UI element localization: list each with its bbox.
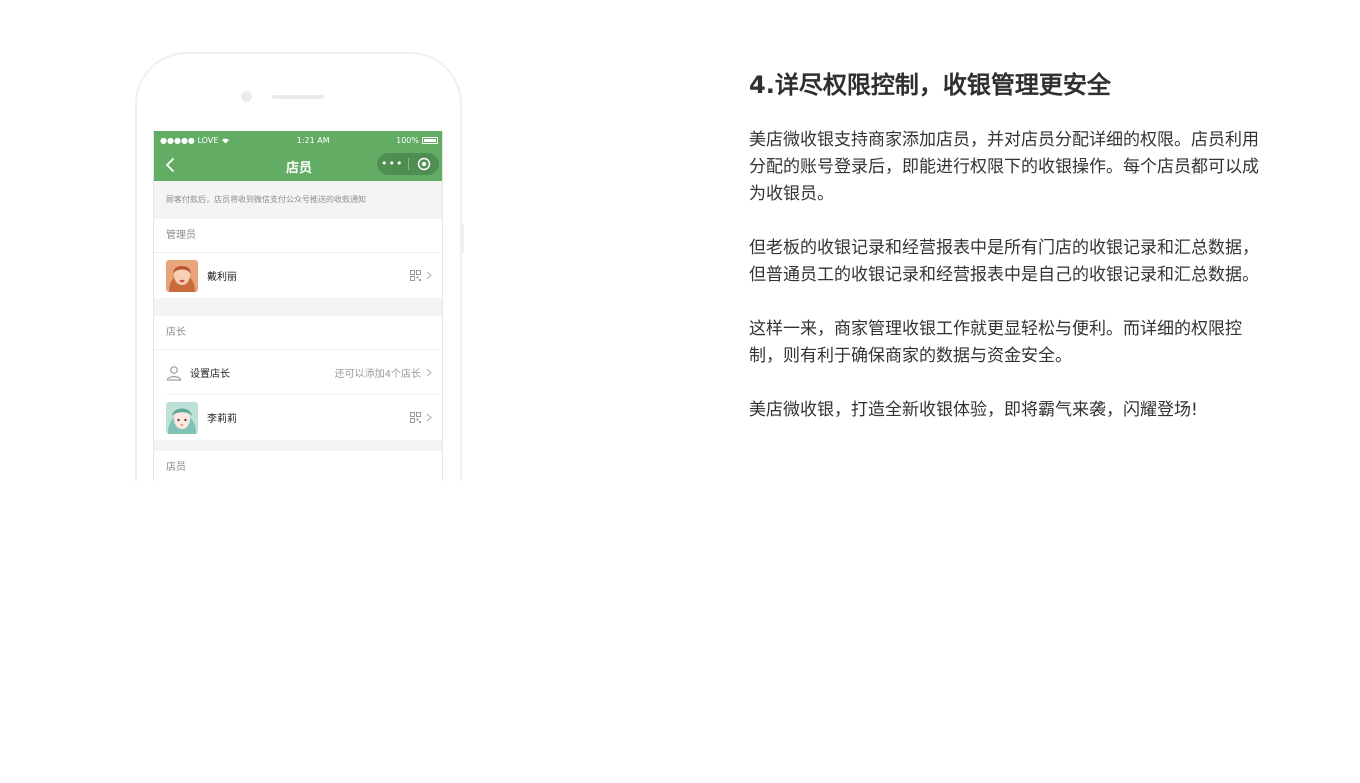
avatar <box>166 259 198 292</box>
set-manager-row[interactable]: 设置店长 还可以添加4个店长 <box>154 350 442 395</box>
phone-side-button <box>461 224 464 254</box>
section-manager: 店长 设置店长 还可以添加4个店长 李莉莉 <box>154 316 442 440</box>
section-staff: 店员 <box>154 451 442 481</box>
qr-code-icon[interactable] <box>410 412 421 423</box>
set-manager-label: 设置店长 <box>190 369 230 380</box>
battery-percent: 100% <box>396 135 419 145</box>
carrier-label: ●●●●● LOVE <box>160 135 219 145</box>
article-paragraph: 但老板的收银记录和经营报表中是所有门店的收银记录和汇总数据，但普通员工的收银记录… <box>749 238 1259 285</box>
member-row-admin[interactable]: 戴利丽 <box>154 253 442 298</box>
status-time: 1:21 AM <box>296 135 330 145</box>
status-bar: ●●●●● LOVE 1:21 AM 100% <box>154 131 442 149</box>
avatar <box>166 401 198 434</box>
member-row-manager[interactable]: 李莉莉 <box>154 395 442 440</box>
user-icon <box>166 365 182 380</box>
member-name: 李莉莉 <box>207 414 237 425</box>
battery-icon <box>421 136 438 144</box>
phone-camera <box>241 91 252 102</box>
chevron-right-icon <box>426 368 432 377</box>
article-paragraph: 这样一来，商家管理收银工作就更显轻松与便利。而详细的权限控制，则有利于确保商家的… <box>749 319 1242 366</box>
chevron-right-icon <box>426 413 432 422</box>
section-title-admin: 管理员 <box>154 219 442 253</box>
more-dots-icon[interactable]: ••• <box>377 153 408 175</box>
phone-speaker <box>272 95 324 99</box>
member-name: 戴利丽 <box>207 272 237 283</box>
target-circle-icon[interactable] <box>409 157 440 171</box>
phone-mockup: ●●●●● LOVE 1:21 AM 100% 店员 ••• 顾客付款后，店员将… <box>120 40 480 481</box>
nav-bar: 店员 ••• <box>154 149 442 181</box>
article: 4.详尽权限控制，收银管理更安全 美店微收银支持商家添加店员，并对店员分配详细的… <box>749 66 1259 424</box>
section-title-staff: 店员 <box>154 451 442 481</box>
mini-program-capsule: ••• <box>377 153 439 175</box>
article-paragraph: 美店微收银，打造全新收银体验，即将霸气来袭，闪耀登场! <box>749 400 1198 420</box>
section-admin: 管理员 戴利丽 <box>154 219 442 298</box>
payment-notice: 顾客付款后，店员将收到微信支付公众号推送的收款通知 <box>154 181 442 219</box>
phone-screen: ●●●●● LOVE 1:21 AM 100% 店员 ••• 顾客付款后，店员将… <box>153 131 443 481</box>
set-manager-hint: 还可以添加4个店长 <box>334 369 421 380</box>
article-paragraph: 美店微收银支持商家添加店员，并对店员分配详细的权限。店员利用分配的账号登录后，即… <box>749 130 1259 204</box>
chevron-right-icon <box>426 271 432 280</box>
qr-code-icon[interactable] <box>410 270 421 281</box>
article-heading: 4.详尽权限控制，收银管理更安全 <box>749 71 1111 99</box>
wifi-icon <box>222 138 230 143</box>
section-title-manager: 店长 <box>154 316 442 350</box>
